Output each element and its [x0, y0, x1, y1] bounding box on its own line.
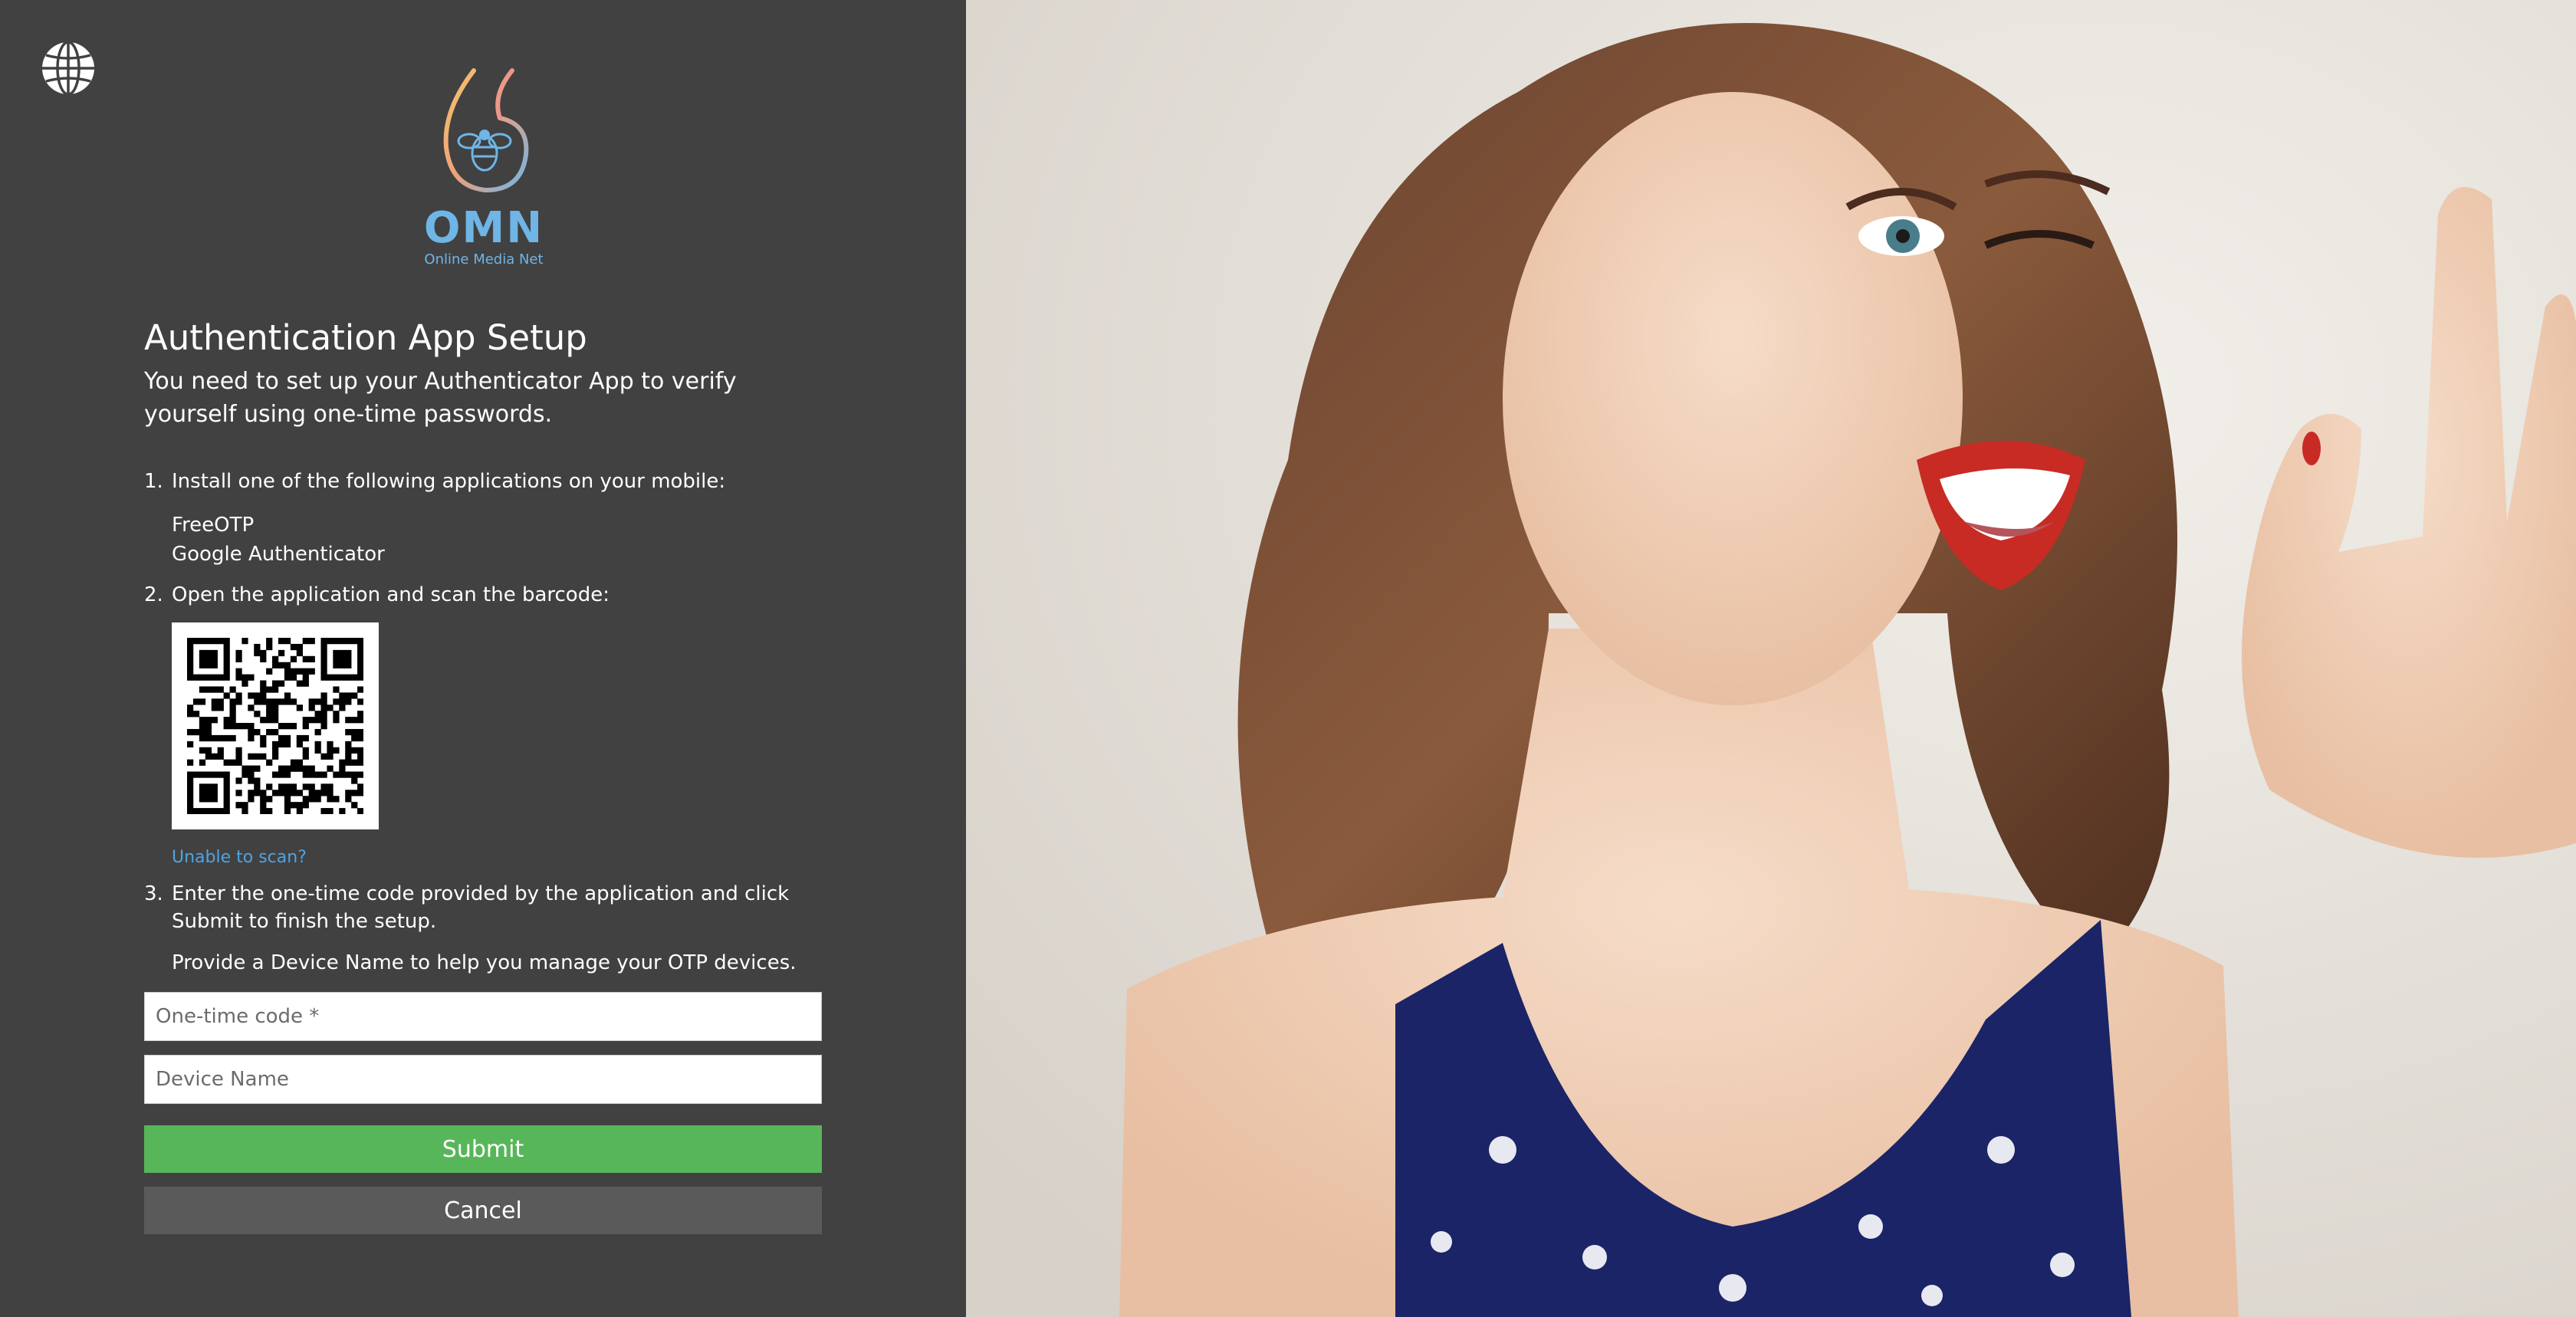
device-name-input[interactable]	[144, 1055, 822, 1104]
step-text: Open the application and scan the barcod…	[172, 583, 610, 606]
step-scan: 2. Open the application and scan the bar…	[144, 581, 822, 869]
setup-panel: OMN Online Media Net Authentication App …	[0, 0, 966, 1317]
cancel-button[interactable]: Cancel	[144, 1187, 822, 1234]
language-selector[interactable]	[40, 40, 97, 97]
one-time-code-input[interactable]	[144, 992, 822, 1041]
step-text: Install one of the following application…	[172, 470, 726, 493]
hero-photo	[966, 0, 2576, 1317]
brand-wordmark: OMN	[423, 203, 544, 253]
qr-code-icon	[187, 638, 363, 814]
page-title: Authentication App Setup	[144, 317, 587, 358]
setup-steps: 1. Install one of the following applicat…	[144, 468, 822, 977]
app-item-google-authenticator: Google Authenticator	[172, 543, 385, 566]
step-number: 2.	[144, 583, 163, 606]
app-list: FreeOTP Google Authenticator	[172, 511, 822, 569]
globe-icon[interactable]	[40, 40, 97, 97]
step-text: Enter the one-time code provided by the …	[172, 882, 790, 933]
step-install: 1. Install one of the following applicat…	[144, 468, 822, 569]
app-item-freeotp: FreeOTP	[172, 514, 255, 537]
unable-to-scan-link[interactable]: Unable to scan?	[172, 846, 822, 869]
omn-bee-logo-icon	[443, 68, 529, 193]
qr-code	[172, 622, 379, 829]
hero-image	[966, 0, 2576, 1317]
brand-tagline: Online Media Net	[424, 251, 544, 268]
submit-button[interactable]: Submit	[144, 1125, 822, 1173]
login-page: OMN Online Media Net Authentication App …	[0, 0, 2576, 1317]
step-enter-code: 3. Enter the one-time code provided by t…	[144, 880, 822, 977]
step-number: 3.	[144, 882, 163, 905]
device-name-hint: Provide a Device Name to help you manage…	[172, 951, 797, 974]
brand-logo: OMN Online Media Net	[420, 64, 547, 276]
setup-content: Authentication App Setup You need to set…	[144, 314, 822, 1234]
step-number: 1.	[144, 470, 163, 493]
page-subtitle: You need to set up your Authenticator Ap…	[144, 368, 737, 428]
